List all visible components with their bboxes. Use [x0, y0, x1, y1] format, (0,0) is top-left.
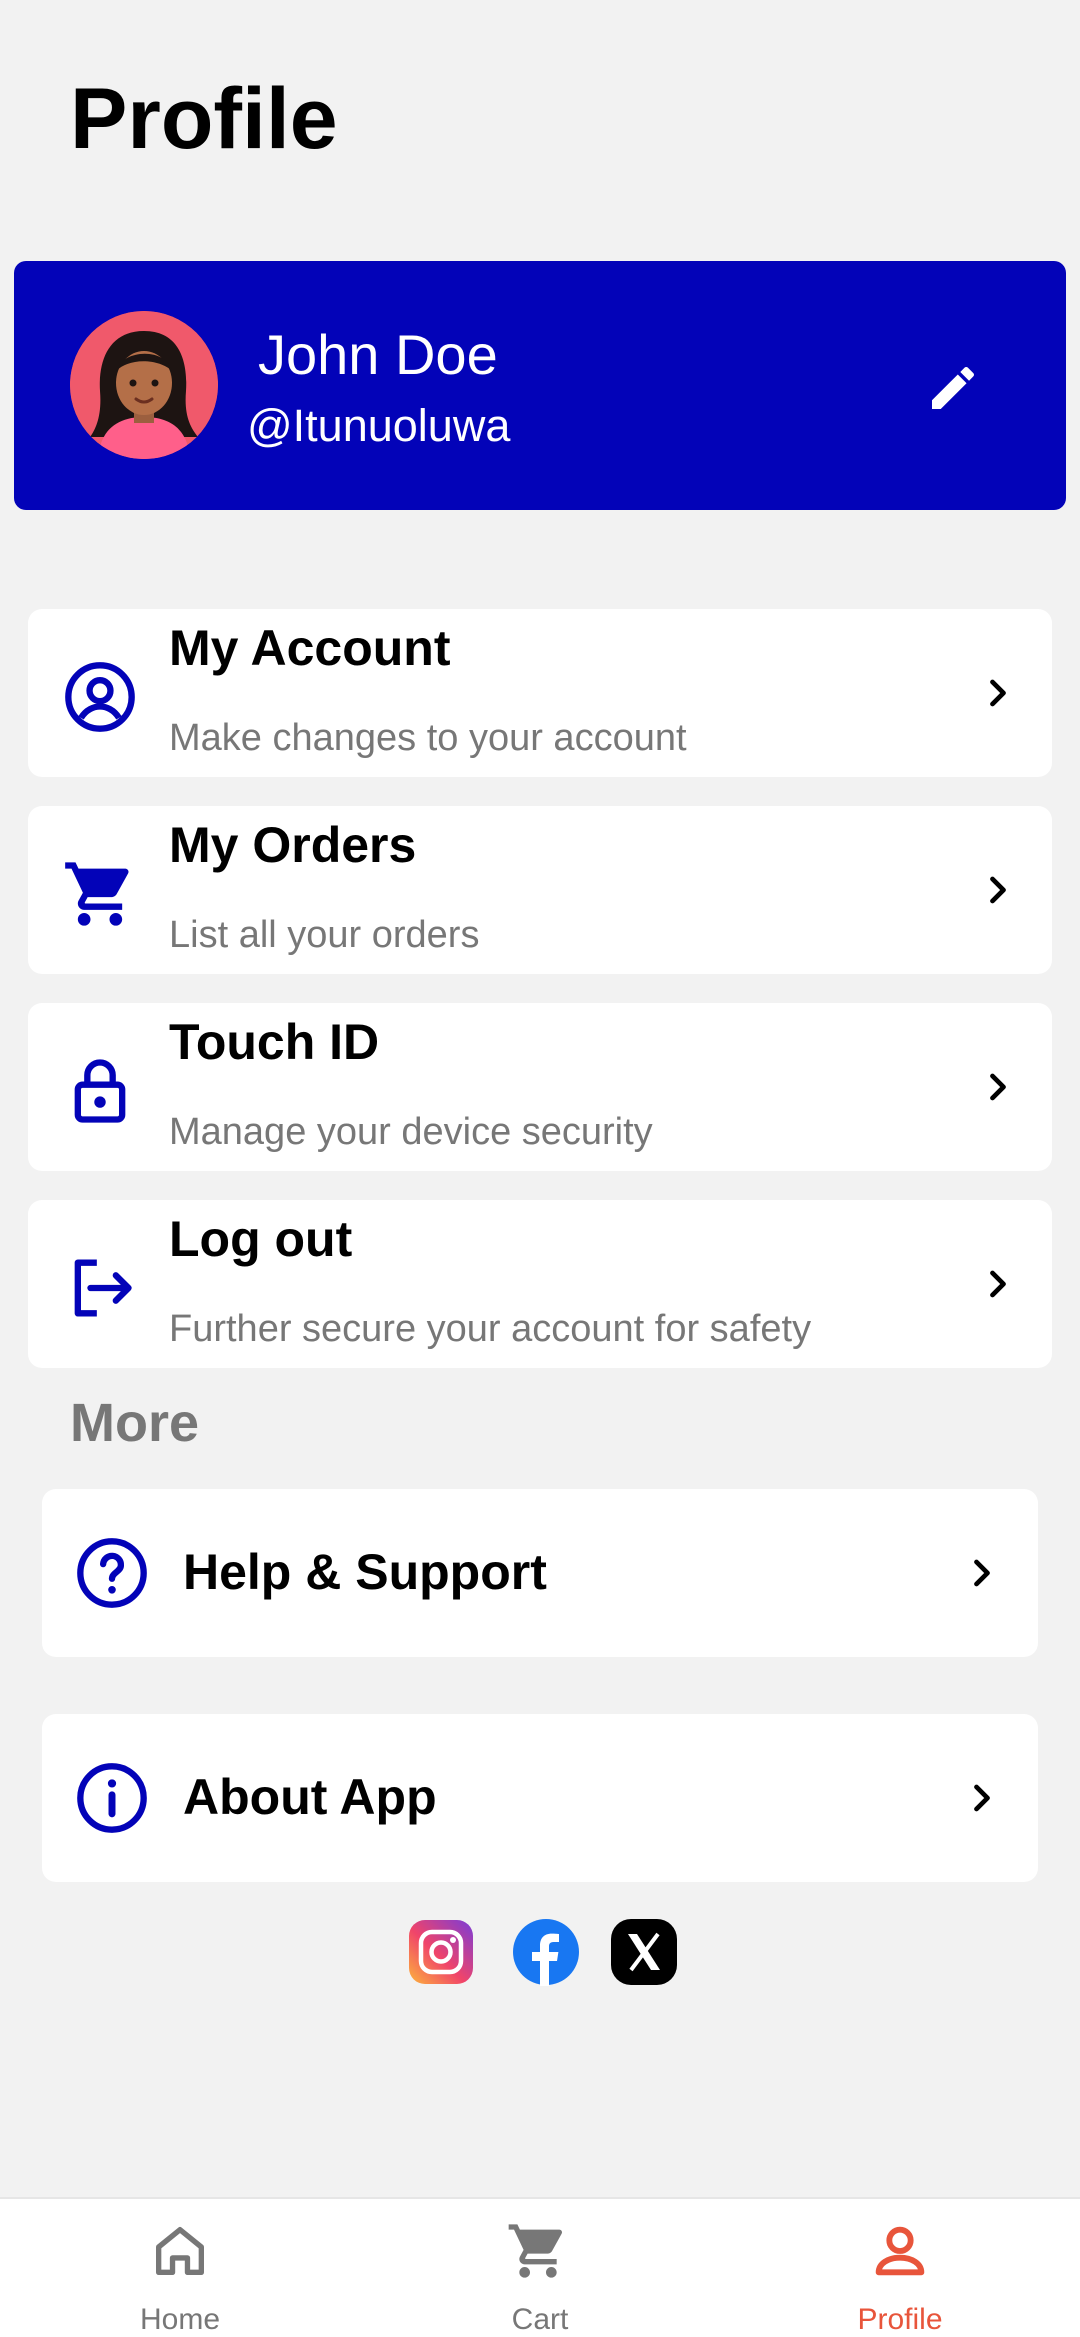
menu-item-title: My Orders: [169, 817, 417, 873]
page-title: Profile: [70, 71, 338, 167]
logout-icon: [74, 1259, 132, 1317]
chevron-right-icon: [990, 679, 1006, 707]
nav-profile-label: Profile: [857, 2303, 943, 2336]
user-name: John Doe: [258, 323, 498, 386]
nav-home-label: Home: [139, 2303, 221, 2336]
x-icon[interactable]: [610, 1918, 678, 1986]
menu-item-title: My Account: [169, 620, 451, 676]
chevron-right-icon: [990, 876, 1006, 904]
facebook-icon[interactable]: [512, 1918, 580, 1986]
menu-item-subtitle: List all your orders: [169, 914, 480, 956]
help-support-label: Help & Support: [183, 1544, 547, 1600]
menu-item-title: Touch ID: [169, 1014, 380, 1070]
user-handle: @Itunuoluwa: [247, 400, 511, 451]
chevron-right-icon: [990, 1073, 1006, 1101]
info-circle-icon: [77, 1763, 147, 1833]
nav-cart[interactable]: Cart: [360, 2199, 720, 2337]
edit-profile-button[interactable]: [920, 355, 986, 421]
user-circle-icon: [65, 662, 135, 732]
avatar-image: [70, 311, 218, 459]
help-support-item[interactable]: Help & Support: [42, 1489, 1038, 1657]
home-icon: [156, 2227, 204, 2275]
instagram-icon[interactable]: [407, 1918, 475, 1986]
chevron-right-icon: [974, 1784, 990, 1812]
lock-icon: [74, 1059, 126, 1123]
about-app-label: About App: [183, 1769, 437, 1825]
menu-item-subtitle: Make changes to your account: [169, 717, 687, 759]
chevron-right-icon: [974, 1559, 990, 1587]
avatar[interactable]: [70, 311, 218, 459]
menu-item-title: Log out: [169, 1211, 353, 1267]
nav-cart-label: Cart: [511, 2303, 569, 2336]
menu-item-log-out[interactable]: Log out Further secure your account for …: [28, 1200, 1052, 1368]
menu-item-my-orders[interactable]: My Orders List all your orders: [28, 806, 1052, 974]
cart-icon: [508, 2224, 563, 2278]
help-circle-icon: [77, 1538, 147, 1608]
nav-home[interactable]: Home: [0, 2199, 360, 2337]
nav-profile[interactable]: Profile: [720, 2199, 1080, 2337]
menu-item-subtitle: Further secure your account for safety: [169, 1308, 812, 1350]
cart-icon: [65, 862, 129, 926]
about-app-item[interactable]: About App: [42, 1714, 1038, 1882]
menu-item-my-account[interactable]: My Account Make changes to your account: [28, 609, 1052, 777]
menu-item-touch-id[interactable]: Touch ID Manage your device security: [28, 1003, 1052, 1171]
bottom-nav: Home Cart Profile: [0, 2197, 1080, 2337]
person-icon: [875, 2226, 925, 2276]
chevron-right-icon: [990, 1270, 1006, 1298]
menu-item-subtitle: Manage your device security: [169, 1111, 653, 1153]
pencil-icon: [932, 366, 975, 409]
more-heading: More: [70, 1393, 200, 1453]
